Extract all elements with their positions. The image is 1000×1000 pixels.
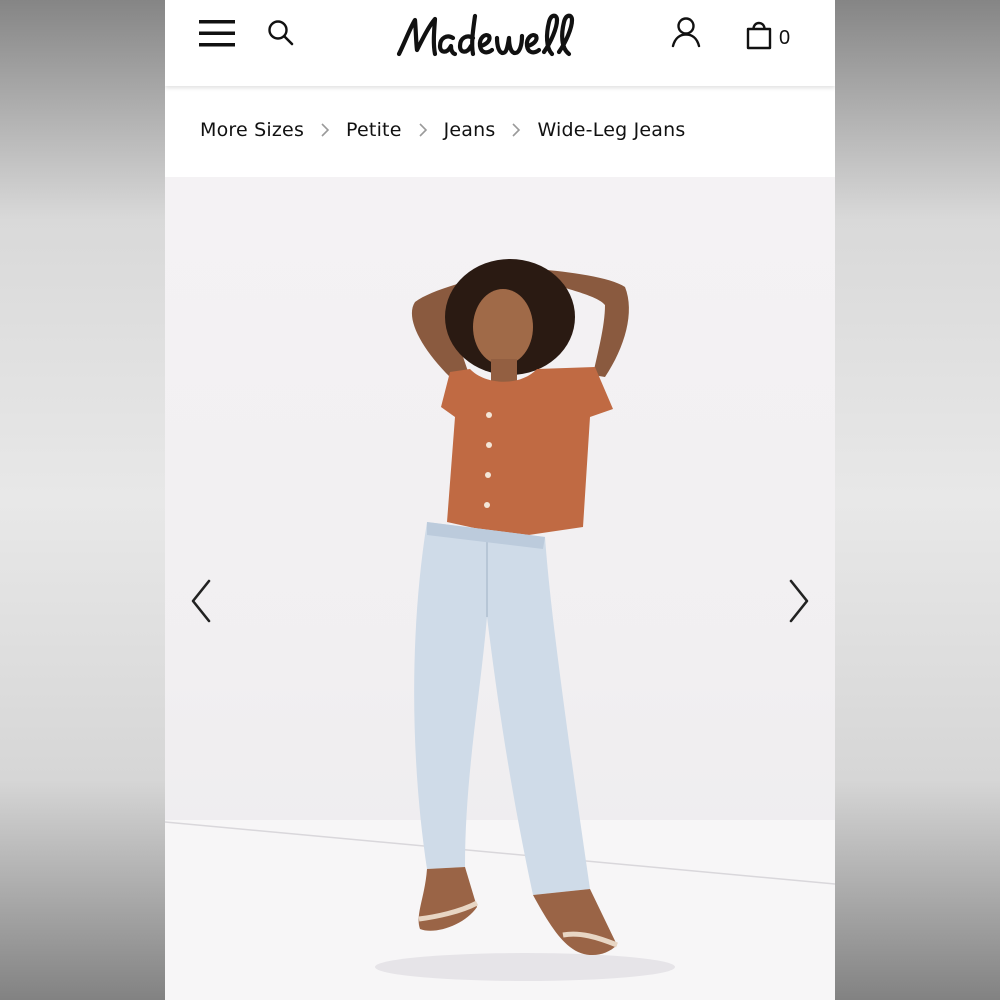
chevron-right-icon (320, 122, 330, 138)
breadcrumb: More Sizes Petite Jeans Wide-Leg Jeans (200, 108, 685, 152)
breadcrumb-item-wide-leg-jeans[interactable]: Wide-Leg Jeans (537, 119, 685, 141)
breadcrumb-item-jeans[interactable]: Jeans (444, 119, 496, 141)
mobile-page: 0 More Sizes Petite Jeans Wide-Leg Jeans (165, 0, 835, 1000)
product-image-gallery (165, 177, 835, 1000)
hamburger-menu-icon[interactable] (195, 14, 239, 52)
breadcrumb-item-petite[interactable]: Petite (346, 119, 402, 141)
shopping-bag-icon (745, 18, 773, 50)
brand-logo[interactable] (395, 6, 607, 66)
bag-count-badge: 0 (779, 26, 791, 49)
search-icon[interactable] (261, 14, 301, 52)
chevron-right-icon (418, 122, 428, 138)
product-photo (165, 259, 835, 981)
account-icon[interactable] (665, 12, 707, 52)
chevron-right-icon (511, 122, 521, 138)
site-header: 0 (165, 0, 835, 86)
chevron-left-icon (189, 579, 213, 623)
chevron-right-icon (787, 579, 811, 623)
gallery-next-button[interactable] (779, 577, 819, 625)
shopping-bag-button[interactable]: 0 (745, 14, 805, 54)
gallery-prev-button[interactable] (181, 577, 221, 625)
breadcrumb-item-more-sizes[interactable]: More Sizes (200, 119, 304, 141)
left-backdrop (0, 0, 165, 1000)
right-backdrop (835, 0, 1000, 1000)
